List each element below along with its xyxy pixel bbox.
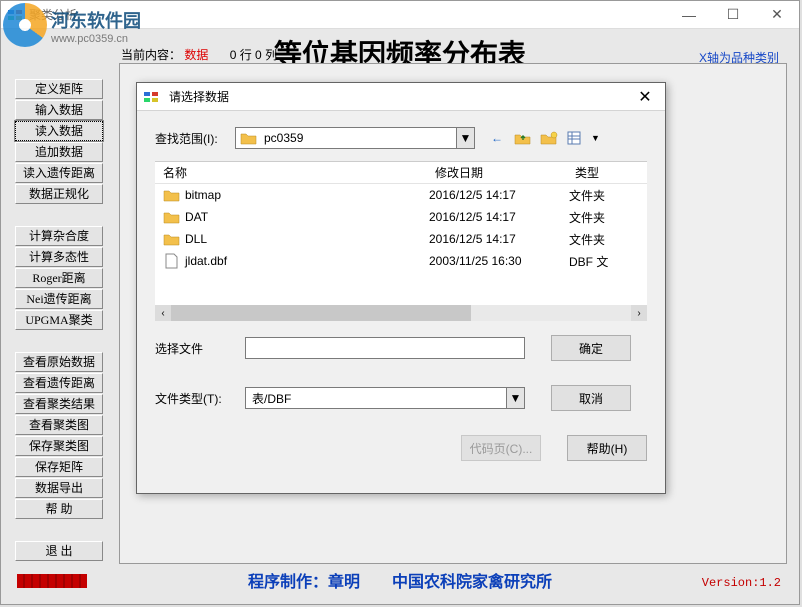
scroll-left-icon[interactable]: ‹ <box>155 305 171 321</box>
sidebar-save-tree[interactable]: 保存聚类图 <box>15 436 103 456</box>
file-row[interactable]: jldat.dbf2003/11/25 16:30DBF 文 <box>155 250 647 272</box>
folder-icon <box>163 209 181 225</box>
sidebar-group-1: 定义矩阵 输入数据 读入数据 追加数据 读入遗传距离 数据正规化 <box>15 79 105 204</box>
file-row[interactable]: DAT2016/12/5 14:17文件夹 <box>155 206 647 228</box>
file-row[interactable]: DLL2016/12/5 14:17文件夹 <box>155 228 647 250</box>
sidebar-help[interactable]: 帮 助 <box>15 499 103 519</box>
sidebar-input-data[interactable]: 输入数据 <box>15 100 103 120</box>
footer-credit: 程序制作：章明 中国农科院家禽研究所 <box>1 568 799 592</box>
sidebar-view-tree[interactable]: 查看聚类图 <box>15 415 103 435</box>
help-row: 代码页(C)... 帮助(H) <box>155 435 647 461</box>
col-date[interactable]: 修改日期 <box>427 164 567 181</box>
file-name: jldat.dbf <box>185 254 429 268</box>
file-date: 2003/11/25 16:30 <box>429 254 569 268</box>
sidebar-define-matrix[interactable]: 定义矩阵 <box>15 79 103 99</box>
file-type: DBF 文 <box>569 253 639 270</box>
sidebar-export[interactable]: 数据导出 <box>15 478 103 498</box>
filetype-label: 文件类型(T): <box>155 390 245 407</box>
help-button[interactable]: 帮助(H) <box>567 435 647 461</box>
file-name: DAT <box>185 210 429 224</box>
scroll-track[interactable] <box>171 305 631 321</box>
dropdown-icon[interactable]: ▼ <box>456 128 474 148</box>
file-type: 文件夹 <box>569 209 639 226</box>
sidebar-load-data[interactable]: 读入数据 <box>15 121 103 141</box>
sidebar-view-raw[interactable]: 查看原始数据 <box>15 352 103 372</box>
titlebar: 聚类分析 — ☐ ✕ <box>1 1 799 29</box>
dialog-titlebar: 请选择数据 ✕ <box>137 83 665 111</box>
chevron-down-icon[interactable]: ▼ <box>591 133 600 143</box>
new-folder-button[interactable] <box>539 128 559 148</box>
sidebar-group-2: 计算杂合度 计算多态性 Roger距离 Nei遗传距离 UPGMA聚类 <box>15 226 105 330</box>
cancel-button[interactable]: 取消 <box>551 385 631 411</box>
select-file-row: 选择文件 确定 <box>155 335 647 361</box>
sidebar-upgma[interactable]: UPGMA聚类 <box>15 310 103 330</box>
filetype-row: 文件类型(T): 表/DBF ▼ 取消 <box>155 385 647 411</box>
sidebar-append-data[interactable]: 追加数据 <box>15 142 103 162</box>
sidebar-heterozygosity[interactable]: 计算杂合度 <box>15 226 103 246</box>
maximize-button[interactable]: ☐ <box>711 1 755 29</box>
folder-icon <box>240 130 258 146</box>
dropdown-icon[interactable]: ▼ <box>506 388 524 408</box>
file-dialog: 请选择数据 ✕ 查找范围(I): pc0359 ▼ ← <box>136 82 666 494</box>
dialog-close-button[interactable]: ✕ <box>625 83 665 111</box>
file-list: 名称 修改日期 类型 bitmap2016/12/5 14:17文件夹DAT20… <box>155 161 647 321</box>
file-name: DLL <box>185 232 429 246</box>
sidebar-view-distance[interactable]: 查看遗传距离 <box>15 373 103 393</box>
col-type[interactable]: 类型 <box>567 164 627 181</box>
lookin-combo[interactable]: pc0359 ▼ <box>235 127 475 149</box>
select-file-input[interactable] <box>245 337 525 359</box>
filetype-combo[interactable]: 表/DBF ▼ <box>245 387 525 409</box>
file-type: 文件夹 <box>569 231 639 248</box>
lookin-label: 查找范围(I): <box>155 130 235 147</box>
filetype-value: 表/DBF <box>246 390 506 407</box>
lookin-value: pc0359 <box>262 131 456 145</box>
nav-icons: ← ▼ <box>487 128 600 148</box>
sidebar-nei-distance[interactable]: Nei遗传距离 <box>15 289 103 309</box>
horizontal-scrollbar[interactable]: ‹ › <box>155 305 647 321</box>
ok-button[interactable]: 确定 <box>551 335 631 361</box>
sidebar-group-3: 查看原始数据 查看遗传距离 查看聚类结果 查看聚类图 保存聚类图 保存矩阵 数据… <box>15 352 105 519</box>
codepage-button: 代码页(C)... <box>461 435 541 461</box>
sidebar-normalize[interactable]: 数据正规化 <box>15 184 103 204</box>
file-date: 2016/12/5 14:17 <box>429 188 569 202</box>
dialog-icon <box>143 89 159 105</box>
col-name[interactable]: 名称 <box>155 164 427 181</box>
sidebar-roger-distance[interactable]: Roger距离 <box>15 268 103 288</box>
up-folder-button[interactable] <box>513 128 533 148</box>
back-button[interactable]: ← <box>487 128 507 148</box>
view-menu-button[interactable] <box>565 128 585 148</box>
sidebar-polymorphism[interactable]: 计算多态性 <box>15 247 103 267</box>
minimize-button[interactable]: — <box>667 1 711 29</box>
sidebar-view-cluster[interactable]: 查看聚类结果 <box>15 394 103 414</box>
sidebar: 定义矩阵 输入数据 读入数据 追加数据 读入遗传距离 数据正规化 计算杂合度 计… <box>15 79 105 583</box>
lookin-row: 查找范围(I): pc0359 ▼ ← ▼ <box>155 127 647 149</box>
sidebar-group-4: 退 出 <box>15 541 105 561</box>
folder-icon <box>163 231 181 247</box>
dialog-body: 查找范围(I): pc0359 ▼ ← ▼ <box>137 111 665 471</box>
file-date: 2016/12/5 14:17 <box>429 210 569 224</box>
file-row[interactable]: bitmap2016/12/5 14:17文件夹 <box>155 184 647 206</box>
close-button[interactable]: ✕ <box>755 1 799 29</box>
version-label: Version:1.2 <box>702 576 781 590</box>
app-icon <box>7 7 23 23</box>
scroll-right-icon[interactable]: › <box>631 305 647 321</box>
window-title: 聚类分析 <box>29 6 667 23</box>
dialog-title: 请选择数据 <box>165 88 625 105</box>
window-buttons: — ☐ ✕ <box>667 1 799 29</box>
folder-icon <box>163 187 181 203</box>
file-icon <box>163 253 181 269</box>
file-list-header: 名称 修改日期 类型 <box>155 162 647 184</box>
file-type: 文件夹 <box>569 187 639 204</box>
select-file-label: 选择文件 <box>155 340 245 357</box>
scroll-thumb[interactable] <box>171 305 471 321</box>
file-date: 2016/12/5 14:17 <box>429 232 569 246</box>
sidebar-save-matrix[interactable]: 保存矩阵 <box>15 457 103 477</box>
sidebar-load-distance[interactable]: 读入遗传距离 <box>15 163 103 183</box>
file-name: bitmap <box>185 188 429 202</box>
sidebar-exit[interactable]: 退 出 <box>15 541 103 561</box>
